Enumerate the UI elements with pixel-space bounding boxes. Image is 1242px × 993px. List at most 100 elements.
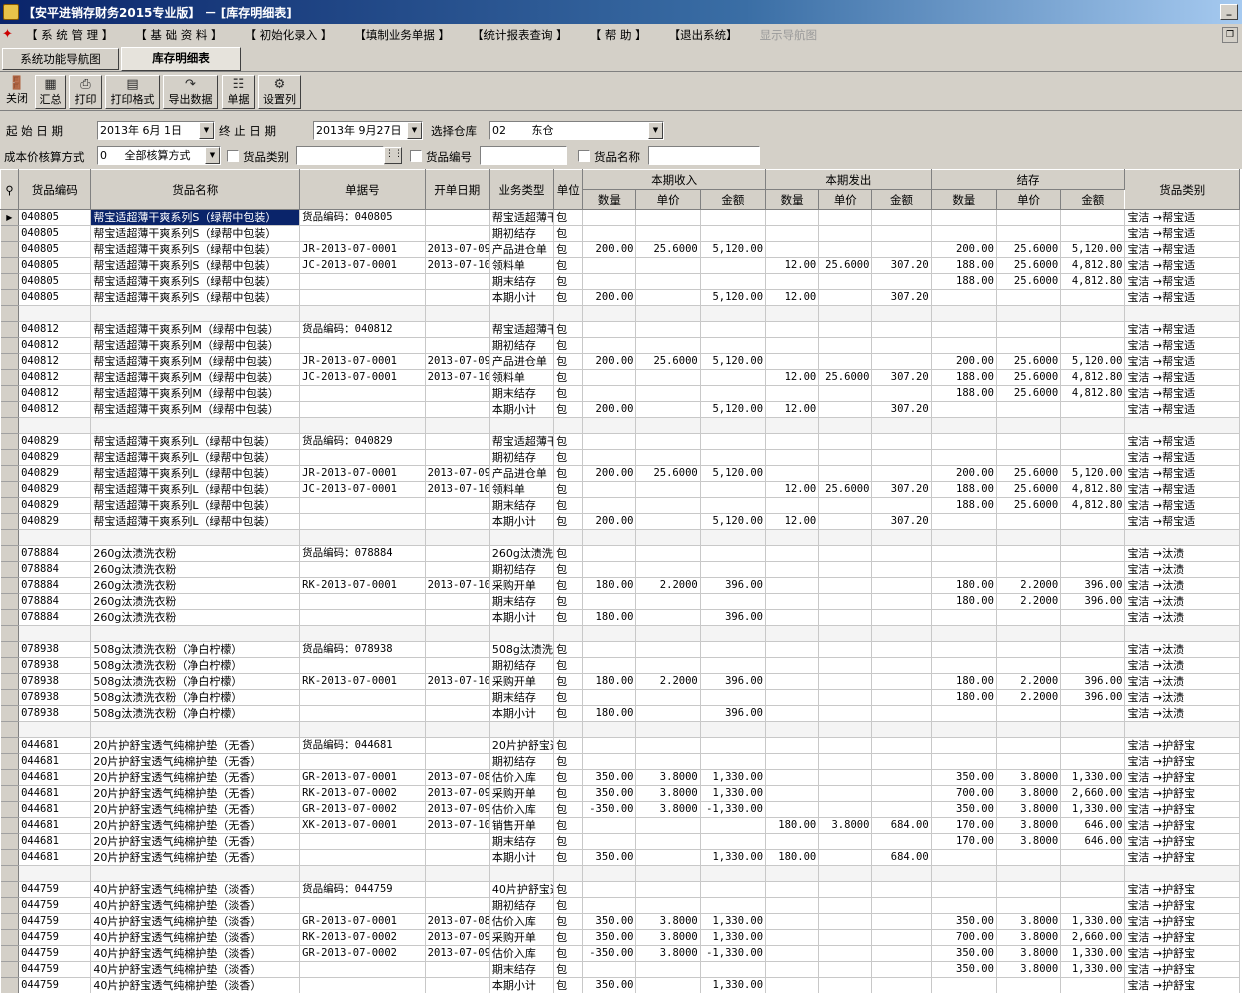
cell-in-price[interactable]: 2.2000 (635, 673, 701, 690)
cell-bal-price[interactable] (996, 977, 1062, 993)
cell-in-amount[interactable]: 1,330.00 (700, 929, 767, 946)
table-row[interactable]: 078938 508g汰渍洗衣粉（净白柠檬） 期末结存包 180.00 2.2000 39… (0, 689, 1240, 706)
cell-out-price[interactable] (818, 737, 873, 754)
cell-type[interactable] (489, 305, 555, 322)
cell-out-price[interactable] (818, 289, 873, 306)
table-row[interactable]: 078938508g汰渍洗衣粉（净白柠檬）货品编码：078938 508g汰渍洗衣… (0, 641, 1240, 658)
table-row-separator[interactable] (0, 305, 1240, 322)
cell-bal-qty[interactable] (931, 737, 997, 754)
cell-category[interactable]: 宝洁 →护舒宝 (1124, 785, 1240, 802)
cell-out-qty[interactable] (765, 497, 820, 514)
cell-unit[interactable]: 包 (553, 385, 584, 402)
table-row-separator[interactable] (0, 417, 1240, 434)
cell-doc[interactable] (299, 449, 426, 466)
cell-doc[interactable] (299, 417, 426, 434)
col-header-in-amount[interactable]: 金额 (699, 189, 767, 210)
cell-code[interactable]: 040812 (18, 385, 92, 402)
cell-out-price[interactable] (818, 401, 873, 418)
col-header-name[interactable]: 货品名称 (90, 169, 301, 210)
row-indicator[interactable] (0, 801, 20, 818)
cell-unit[interactable]: 包 (553, 801, 584, 818)
cell-in-price[interactable] (635, 753, 701, 770)
cell-out-qty[interactable] (765, 449, 820, 466)
cell-bal-qty[interactable]: 180.00 (931, 689, 997, 706)
col-header-date[interactable]: 开单日期 (424, 169, 490, 210)
table-row[interactable]: 078938 508g汰渍洗衣粉（净白柠檬） 期初结存包 宝洁 →汰渍 (0, 657, 1240, 674)
cell-out-qty[interactable] (765, 769, 820, 786)
cell-date[interactable] (425, 833, 490, 850)
cell-date[interactable] (425, 721, 490, 738)
cell-out-price[interactable] (818, 321, 873, 338)
cell-doc[interactable]: JR-2013-07-0001 (299, 241, 426, 258)
cell-in-price[interactable] (635, 657, 701, 674)
cell-in-qty[interactable] (582, 225, 637, 242)
row-indicator[interactable] (0, 289, 20, 306)
cell-name[interactable]: 260g汰渍洗衣粉 (90, 545, 301, 562)
cell-bal-amount[interactable]: 1,330.00 (1060, 913, 1126, 930)
end-date-picker[interactable]: 2013年 9月27日 ▼ (313, 121, 423, 140)
cell-name[interactable]: 20片护舒宝透气纯棉护垫（无香） (90, 737, 301, 754)
category-checkbox[interactable] (227, 150, 239, 162)
cell-in-amount[interactable]: -1,330.00 (700, 945, 767, 962)
cell-out-price[interactable] (818, 753, 873, 770)
cell-type[interactable]: 期末结存 (489, 833, 555, 850)
table-row[interactable]: 044759 40片护舒宝透气纯棉护垫（淡香） 本期小计包 350.00 1,330.0… (0, 977, 1240, 993)
cell-bal-price[interactable] (996, 865, 1062, 882)
cell-doc[interactable] (299, 385, 426, 402)
cell-bal-qty[interactable] (931, 609, 997, 626)
cell-out-price[interactable] (818, 561, 873, 578)
cell-type[interactable]: 领料单 (489, 257, 555, 274)
cell-date[interactable] (425, 657, 490, 674)
cell-code[interactable]: 040812 (18, 321, 92, 338)
cell-out-amount[interactable] (871, 593, 932, 610)
cell-name[interactable] (90, 721, 301, 738)
cell-unit[interactable]: 包 (553, 641, 584, 658)
cell-name[interactable]: 260g汰渍洗衣粉 (90, 609, 301, 626)
cell-code[interactable]: 040805 (18, 289, 92, 306)
cell-name[interactable]: 帮宝适超薄干爽系列S（绿帮中包装） (90, 241, 301, 258)
cell-in-price[interactable]: 25.6000 (635, 353, 701, 370)
cell-code[interactable]: 044681 (18, 801, 92, 818)
cell-doc[interactable] (299, 865, 426, 882)
cell-type[interactable]: 期初结存 (489, 897, 555, 914)
cell-date[interactable] (425, 273, 490, 290)
cell-name[interactable]: 帮宝适超薄干爽系列L（绿帮中包装） (90, 481, 301, 498)
cell-in-price[interactable] (635, 865, 701, 882)
cell-category[interactable]: 宝洁 →汰渍 (1124, 673, 1240, 690)
cell-out-qty[interactable] (765, 241, 820, 258)
cell-bal-qty[interactable]: 188.00 (931, 385, 997, 402)
cell-out-qty[interactable] (765, 337, 820, 354)
table-row-separator[interactable] (0, 529, 1240, 546)
cell-doc[interactable]: JR-2013-07-0001 (299, 465, 426, 482)
cell-date[interactable] (425, 849, 490, 866)
cell-date[interactable] (425, 529, 490, 546)
cell-date[interactable]: 2013-07-09 (425, 241, 490, 258)
cell-category[interactable]: 宝洁 →护舒宝 (1124, 929, 1240, 946)
cell-in-qty[interactable] (582, 433, 637, 450)
cell-out-qty[interactable] (765, 689, 820, 706)
cell-category[interactable] (1124, 625, 1240, 642)
cell-doc[interactable] (299, 401, 426, 418)
cell-code[interactable]: 044681 (18, 817, 92, 834)
cell-out-qty[interactable] (765, 561, 820, 578)
cell-doc[interactable]: RK-2013-07-0001 (299, 673, 426, 690)
cell-unit[interactable]: 包 (553, 433, 584, 450)
cell-bal-amount[interactable]: 646.00 (1060, 817, 1126, 834)
cell-in-qty[interactable]: 180.00 (582, 577, 637, 594)
cell-out-price[interactable] (818, 705, 873, 722)
cell-out-qty[interactable] (765, 625, 820, 642)
cell-date[interactable] (425, 449, 490, 466)
cell-bal-price[interactable]: 2.2000 (996, 577, 1062, 594)
col-header-out-amount[interactable]: 金额 (871, 189, 932, 210)
cell-name[interactable]: 260g汰渍洗衣粉 (90, 561, 301, 578)
cell-out-price[interactable] (818, 977, 873, 993)
cell-in-price[interactable] (635, 273, 701, 290)
cell-in-qty[interactable] (582, 897, 637, 914)
cell-code[interactable]: 078884 (18, 609, 92, 626)
cell-bal-price[interactable] (996, 321, 1062, 338)
chevron-down-icon[interactable]: ▼ (407, 122, 422, 139)
cell-out-amount[interactable]: 307.20 (871, 401, 932, 418)
cell-in-price[interactable] (635, 225, 701, 242)
cell-doc[interactable] (299, 625, 426, 642)
cell-doc[interactable]: RK-2013-07-0001 (299, 577, 426, 594)
